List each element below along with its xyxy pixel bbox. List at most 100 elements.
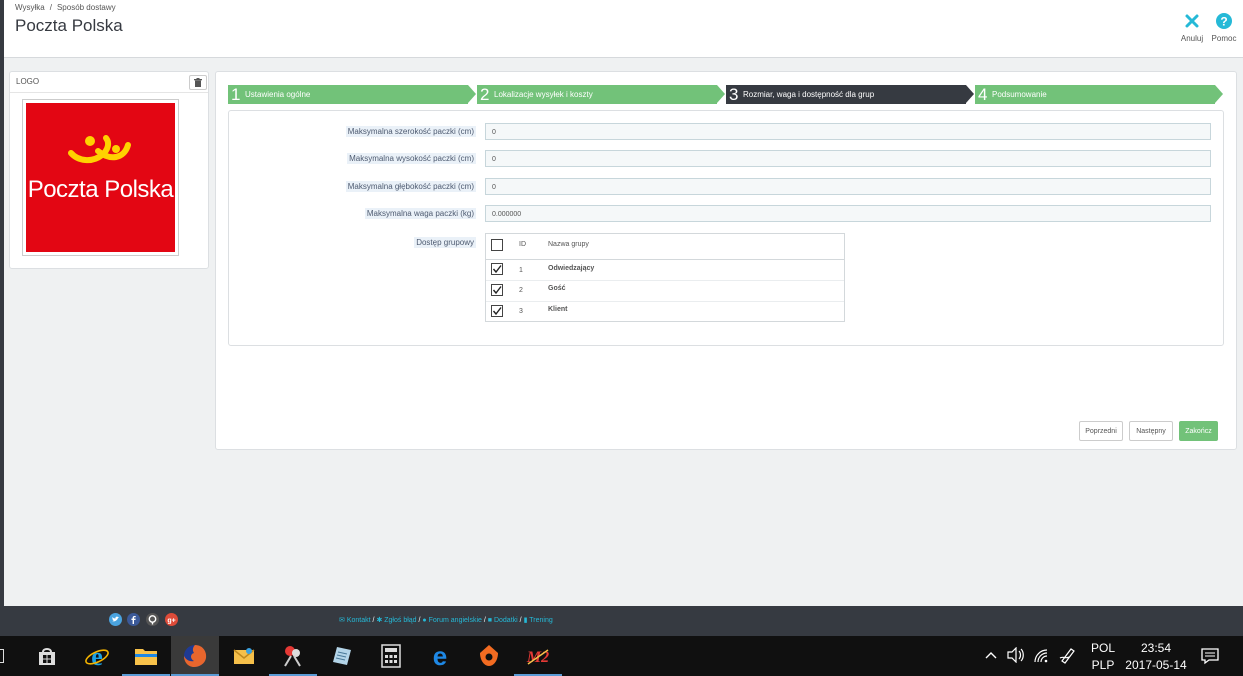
svg-text:e: e [433,643,447,669]
store-taskbar-icon[interactable] [23,636,71,676]
group-checkbox[interactable] [491,305,503,317]
windows-taskbar: e e M2 POL PLP 23:54 2017-05-1 [0,636,1243,676]
page-header: Wysyłka / Sposób dostawy Poczta Polska Anu… [4,0,1243,58]
footer-link-report-bug[interactable]: Zgłoś błąd [384,617,416,624]
file-explorer-taskbar-icon[interactable] [122,636,170,676]
language-code: POL [1091,641,1116,655]
logo-divider [10,92,208,93]
carrier-wizard-panel: 1 Ustawienia ogólne 2 Lokalizacje wysyłe… [215,71,1237,450]
table-row[interactable]: 1 Odwiedzający [486,259,844,279]
edge-taskbar-icon[interactable]: e [416,636,464,676]
column-header-name: Nazwa grupy [548,241,589,248]
footer-link-training[interactable]: Trening [529,617,552,624]
origin-taskbar-icon[interactable] [465,636,513,676]
firefox-taskbar-icon[interactable] [171,636,219,676]
group-name: Gość [548,285,566,292]
github-icon[interactable] [146,613,159,626]
footer-link-forum[interactable]: Forum angielskie [429,617,482,624]
max-weight-input[interactable]: 0.000000 [485,205,1211,222]
group-name: Klient [548,306,568,313]
step-arrow [966,85,974,103]
footer-link-contact[interactable]: Kontakt [347,617,371,624]
close-icon [1175,12,1209,30]
mail-icon: ✉ [339,617,345,624]
step-label: Ustawienia ogólne [245,90,311,99]
logo-panel: LOGO Poczta Polska [9,71,209,269]
next-button[interactable]: Następny [1129,421,1173,441]
link-separator: / [483,617,486,624]
group-id: 1 [519,267,523,274]
wizard-step-1[interactable]: 1 Ustawienia ogólne [228,85,476,104]
page-title: Poczta Polska [15,16,123,35]
help-toolbar-button[interactable]: ? Pomoc [1207,12,1241,43]
group-checkbox[interactable] [491,263,503,275]
group-id: 2 [519,287,523,294]
svg-text:g+: g+ [167,618,175,625]
table-row[interactable]: 2 Gość [486,280,844,300]
step-number: 1 [231,85,241,104]
step-number: 3 [729,85,739,104]
action-center-icon[interactable] [1201,647,1219,670]
group-access-table: ID Nazwa grupy 1 Odwiedzający 2 Gość 3 K… [485,233,845,322]
svg-text:e: e [91,643,103,669]
footer-link-addons[interactable]: Dodatki [494,617,518,624]
step-arrow [1215,85,1223,103]
wifi-icon[interactable] [1033,648,1051,669]
max-height-label: Maksymalna wysokość paczki (cm) [347,153,476,164]
link-separator: / [418,617,421,624]
max-width-label: Maksymalna szerokość paczki (cm) [345,126,476,137]
trash-icon [194,74,202,92]
paint-tool-taskbar-icon[interactable] [269,636,317,676]
left-sidebar-stripe [0,0,4,636]
calculator-taskbar-icon[interactable] [367,636,415,676]
wizard-step-4[interactable]: 4 Podsumowanie [975,85,1223,104]
step-label: Rozmiar, waga i dostępność dla grup [743,90,875,99]
delete-logo-button[interactable] [189,75,207,90]
task-view-edge[interactable] [0,649,4,663]
book-icon: ▮ [523,617,528,624]
breadcrumb-item-shipping[interactable]: Wysyłka [15,3,45,12]
column-header-id: ID [519,241,526,248]
m2-app-taskbar-icon[interactable]: M2 [514,636,562,676]
select-all-checkbox[interactable] [491,239,503,251]
link-separator: / [519,617,522,624]
footer-links: ✉ Kontakt / ✱ Zgłoś błąd / ● Forum angie… [339,616,553,624]
step-arrow [717,85,725,103]
breadcrumb: Wysyłka / Sposób dostawy [15,3,116,12]
check-icon [492,265,502,274]
help-icon: ? [1207,12,1241,30]
breadcrumb-item-carriers[interactable]: Sposób dostawy [57,3,116,12]
system-clock[interactable]: 23:54 2017-05-14 [1125,640,1187,674]
max-depth-input[interactable]: 0 [485,178,1211,195]
wizard-step-3[interactable]: 3 Rozmiar, waga i dostępność dla grup [726,85,974,104]
link-separator: / [372,617,375,624]
mail-client-taskbar-icon[interactable] [220,636,268,676]
twitter-icon[interactable] [109,613,122,626]
max-width-input[interactable]: 0 [485,123,1211,140]
comments-icon: ● [422,617,427,624]
table-row[interactable]: 3 Klient [486,301,844,321]
facebook-icon[interactable] [127,613,140,626]
google-plus-icon[interactable]: g+ [165,613,178,626]
pen-ink-icon[interactable] [1059,646,1077,669]
max-height-input[interactable]: 0 [485,150,1211,167]
internet-explorer-taskbar-icon[interactable]: e [73,636,121,676]
clock-time: 23:54 [1140,641,1172,655]
carrier-logo-image: Poczta Polska [26,103,175,252]
wizard-step-2[interactable]: 2 Lokalizacje wysyłek i koszty [477,85,725,104]
show-hidden-icons-chevron-up-icon[interactable] [984,648,998,667]
cancel-toolbar-button[interactable]: Anuluj [1175,12,1209,43]
check-icon [492,307,502,316]
group-id: 3 [519,308,523,315]
logo-text: Poczta Polska [27,176,174,203]
group-checkbox[interactable] [491,284,503,296]
volume-icon[interactable] [1007,646,1025,668]
finish-button[interactable]: Zakończ [1179,421,1218,441]
input-language-indicator[interactable]: POL PLP [1091,640,1115,674]
svg-text:?: ? [1220,15,1227,29]
logo-panel-title: LOGO [16,77,40,86]
bug-icon: ✱ [376,617,383,624]
previous-button[interactable]: Poprzedni [1079,421,1123,441]
notepad-taskbar-icon[interactable] [318,636,366,676]
size-weight-form: Maksymalna szerokość paczki (cm) 0 Maksy… [228,110,1224,346]
